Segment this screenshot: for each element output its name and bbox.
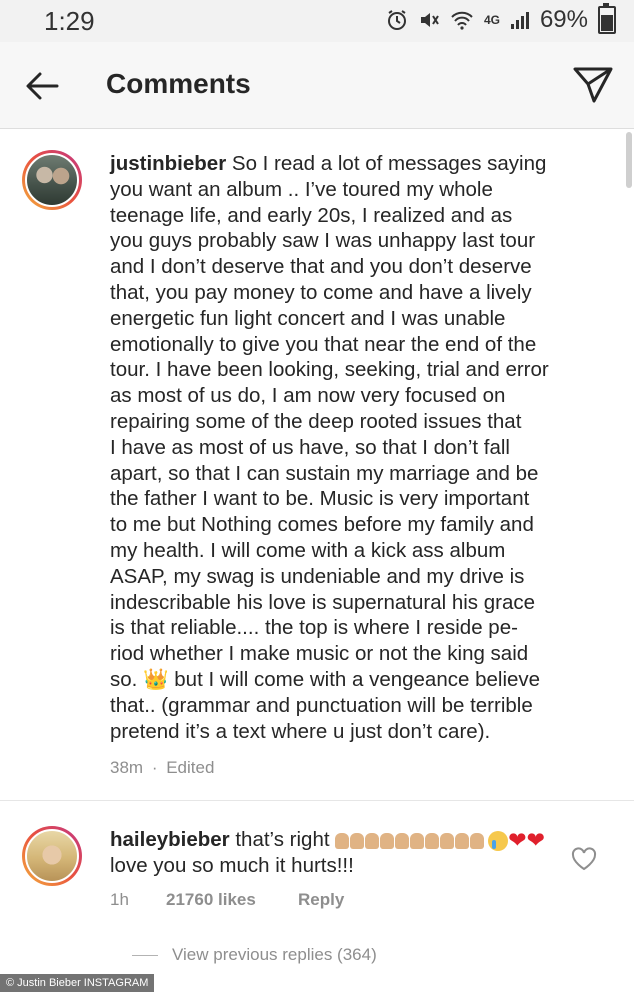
meta-separator: · xyxy=(151,758,158,777)
comment-line-text: pretend it’s a text where u just don’t c… xyxy=(110,719,491,743)
send-icon xyxy=(573,67,613,103)
wifi-icon xyxy=(450,10,474,30)
comment-line: apart, so that I can sustain my marriage… xyxy=(110,461,580,487)
comment-line: so. 👑 but I will come with a vengeance b… xyxy=(110,667,580,693)
share-button[interactable] xyxy=(568,60,618,110)
battery-percent: 69% xyxy=(539,6,588,33)
comment-line: to me but Nothing comes before my family… xyxy=(110,512,580,538)
comment-time: 38m xyxy=(110,758,144,777)
alarm-icon xyxy=(386,9,408,31)
watermark: © Justin Bieber INSTAGRAM xyxy=(0,974,155,992)
comment-line-text: you want an album .. I’ve toured my whol… xyxy=(110,177,493,201)
comment-line: ASAP, my swag is undeniable and my drive… xyxy=(110,564,580,590)
comment-line: you want an album .. I’ve toured my whol… xyxy=(110,177,580,203)
reply-comment: haileybieber that’s right ❤❤ love you so… xyxy=(110,827,550,879)
comment-username[interactable]: justinbieber xyxy=(110,152,226,175)
page-title: Comments xyxy=(106,68,251,99)
comment-line: repairing some of the deep rooted issues… xyxy=(110,409,580,435)
comment-line: riod whether I make music or not the kin… xyxy=(110,641,580,667)
comment-line-text: So I read a lot of messages saying xyxy=(231,152,547,175)
comment-line-text: riod whether I make music or not the kin… xyxy=(110,642,529,666)
comment-line-text: as most of us do, I am now very focused … xyxy=(110,384,506,408)
comment-line: as most of us do, I am now very focused … xyxy=(110,383,580,409)
avatar[interactable] xyxy=(22,826,82,886)
comment-line: I have as most of us have, so that I don… xyxy=(110,435,580,461)
back-arrow-icon xyxy=(26,72,59,100)
reply-button[interactable]: Reply xyxy=(298,890,344,910)
comment-line: and I don’t deserve that and you don’t d… xyxy=(110,254,580,280)
signal-icon xyxy=(510,10,530,30)
comment-line-text: you guys probably saw I was unhappy last… xyxy=(110,229,536,253)
comment-line: my health. I will come with a kick ass a… xyxy=(110,538,580,564)
reply-text-line2: love you so much it hurts!!! xyxy=(110,854,354,878)
comment-line: is that reliable.... the top is where I … xyxy=(110,615,580,641)
comment-line-text: energetic fun light concert and I was un… xyxy=(110,306,506,330)
comment-line: pretend it’s a text where u just don’t c… xyxy=(110,719,580,745)
comment-line-text: repairing some of the deep rooted issues… xyxy=(110,409,522,433)
crying-emoji-icon xyxy=(488,830,509,851)
header-bar: Comments xyxy=(0,42,634,129)
comment-line: emotionally to give you that near the en… xyxy=(110,332,580,358)
comment-line-text: emotionally to give you that near the en… xyxy=(110,332,537,356)
reply-text: that’s right xyxy=(235,828,330,851)
comment-line-text: teenage life, and early 20s, I realized … xyxy=(110,203,513,227)
comment-line-text: ASAP, my swag is undeniable and my drive… xyxy=(110,564,525,588)
divider xyxy=(132,954,158,956)
comment-line-text: that.. (grammar and punctuation will be … xyxy=(110,693,533,717)
likes-count[interactable]: 21760 likes xyxy=(166,890,256,910)
comment-line-text: that, you pay money to come and have a l… xyxy=(110,280,532,304)
comment-line-text: is that reliable.... the top is where I … xyxy=(110,616,518,640)
comment-line-text: to me but Nothing comes before my family… xyxy=(110,513,534,537)
comment-meta: 38m · Edited xyxy=(110,758,218,778)
scrollbar[interactable] xyxy=(626,132,632,188)
comment-line: justinbieber So I read a lot of messages… xyxy=(110,151,580,177)
comment-line-text: I have as most of us have, so that I don… xyxy=(110,435,510,459)
comment-line-text: tour. I have been looking, seeking, tria… xyxy=(110,358,549,382)
comment-line: tour. I have been looking, seeking, tria… xyxy=(110,357,580,383)
comment-line: you guys probably saw I was unhappy last… xyxy=(110,228,580,254)
comment-line: energetic fun light concert and I was un… xyxy=(110,306,580,332)
avatar[interactable] xyxy=(22,150,82,210)
like-button[interactable] xyxy=(568,843,600,875)
back-button[interactable] xyxy=(18,62,66,110)
heart-emoji-icon: ❤❤ xyxy=(508,827,546,853)
reply-time: 1h xyxy=(110,890,129,909)
mute-icon xyxy=(418,9,440,31)
status-bar: 1:29 4G 69% xyxy=(0,0,634,42)
comment-line: that, you pay money to come and have a l… xyxy=(110,280,580,306)
view-previous-replies[interactable]: View previous replies (364) xyxy=(132,945,377,965)
comment-line: the father I want to be. Music is very i… xyxy=(110,486,580,512)
comment-line-text: apart, so that I can sustain my marriage… xyxy=(110,461,539,485)
main-comment: justinbieber So I read a lot of messages… xyxy=(110,151,580,744)
comment-line: teenage life, and early 20s, I realized … xyxy=(110,203,580,229)
clap-emoji-icon xyxy=(335,832,485,849)
comment-line-text: and I don’t deserve that and you don’t d… xyxy=(110,255,532,279)
comment-line-text: so. 👑 but I will come with a vengeance b… xyxy=(110,667,541,691)
view-previous-label: View previous replies (364) xyxy=(172,945,377,964)
status-time: 1:29 xyxy=(44,6,95,36)
network-label: 4G xyxy=(483,13,500,27)
comment-line-text: indescribable his love is supernatural h… xyxy=(110,590,536,614)
battery-icon xyxy=(598,3,616,34)
heart-outline-icon xyxy=(571,847,597,871)
divider xyxy=(0,800,634,801)
comment-line-text: my health. I will come with a kick ass a… xyxy=(110,538,506,562)
comment-line: indescribable his love is supernatural h… xyxy=(110,590,580,616)
reply-username[interactable]: haileybieber xyxy=(110,828,230,851)
comment-line-text: the father I want to be. Music is very i… xyxy=(110,487,530,511)
edited-label: Edited xyxy=(166,758,215,777)
comment-line: that.. (grammar and punctuation will be … xyxy=(110,693,580,719)
status-icons: 4G 69% xyxy=(386,3,616,34)
